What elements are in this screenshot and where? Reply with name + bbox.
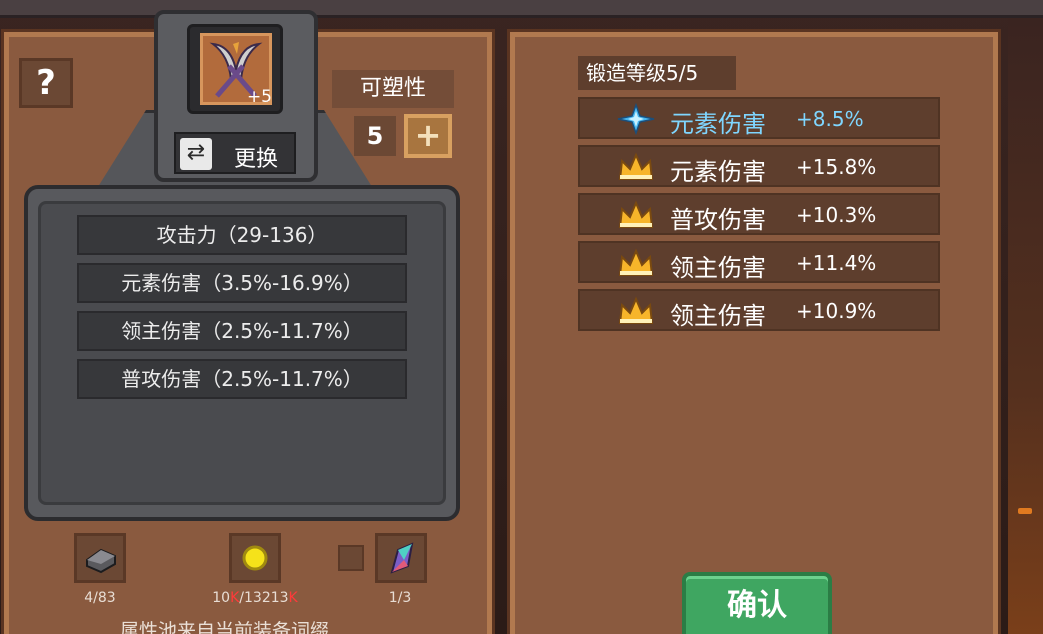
bonus-name: 元素伤害 [670,158,766,186]
swap-button[interactable]: ⇄ 更换 [174,132,296,174]
gold-count-main: 10 [212,590,231,606]
gold-coin-icon [242,545,268,571]
empty-checkbox[interactable] [338,545,364,571]
plasticity-label: 可塑性 [332,70,454,108]
bonus-name: 普攻伤害 [670,206,766,234]
bonus-value: +15.8% [796,155,877,179]
item-level-badge: +5 [246,87,272,107]
crown-icon [618,200,654,228]
bonus-row: 元素伤害 +15.8% [578,145,940,187]
blue-star-icon [617,103,655,135]
material-slot-gold[interactable] [229,533,281,583]
background-edge [1008,18,1043,634]
confirm-button[interactable]: 确认 [682,572,832,634]
add-plasticity-button[interactable]: + [404,114,452,158]
gold-count: 10K/13213K [195,590,315,606]
crown-icon [618,152,654,180]
bonus-value: +10.3% [796,203,877,227]
crystal-count: 1/3 [388,590,412,606]
attribute-row: 元素伤害（3.5%-16.9%） [77,263,407,303]
attribute-row: 领主伤害（2.5%-11.7%） [77,311,407,351]
attribute-row: 攻击力（29-136） [77,215,407,255]
forge-level-label: 锻造等级5/5 [578,56,736,90]
bonus-value: +11.4% [796,251,877,275]
bonus-name: 领主伤害 [670,254,766,282]
bonus-row: 普攻伤害 +10.3% [578,193,940,235]
bonus-name: 领主伤害 [670,302,766,330]
crown-icon [618,248,654,276]
material-slot-iron[interactable] [74,533,126,583]
equipped-item-slot[interactable]: +5 [187,24,283,114]
gold-count-k2: K [288,590,298,606]
iron-count: 4/83 [84,590,116,606]
bonus-name: 元素伤害 [670,110,766,138]
ember-glow [1018,508,1032,514]
help-button[interactable]: ? [19,58,73,108]
crown-icon [618,296,654,324]
gold-count-mid: /13213 [239,590,289,606]
bonus-value: +10.9% [796,299,877,323]
attribute-pool-note: 属性池来自当前装备词缀 [120,620,330,634]
bonus-row: 领主伤害 +10.9% [578,289,940,331]
bonus-value: +8.5% [796,107,864,131]
gold-count-k1: K [230,590,240,606]
attribute-row: 普攻伤害（2.5%-11.7%） [77,359,407,399]
crystal-icon [390,542,414,574]
material-slot-crystal[interactable] [375,533,427,583]
swap-arrows-icon: ⇄ [180,138,212,170]
iron-ingot-icon [86,548,116,574]
forge-screen: ? +5 ⇄ 更换 可塑性 5 + 攻击力（29-136） 元素伤害（3.5%-… [0,0,1043,634]
bonus-row: 元素伤害 +8.5% [578,97,940,139]
plasticity-value: 5 [354,116,396,156]
bonus-row: 领主伤害 +11.4% [578,241,940,283]
swap-label: 更换 [234,147,279,172]
